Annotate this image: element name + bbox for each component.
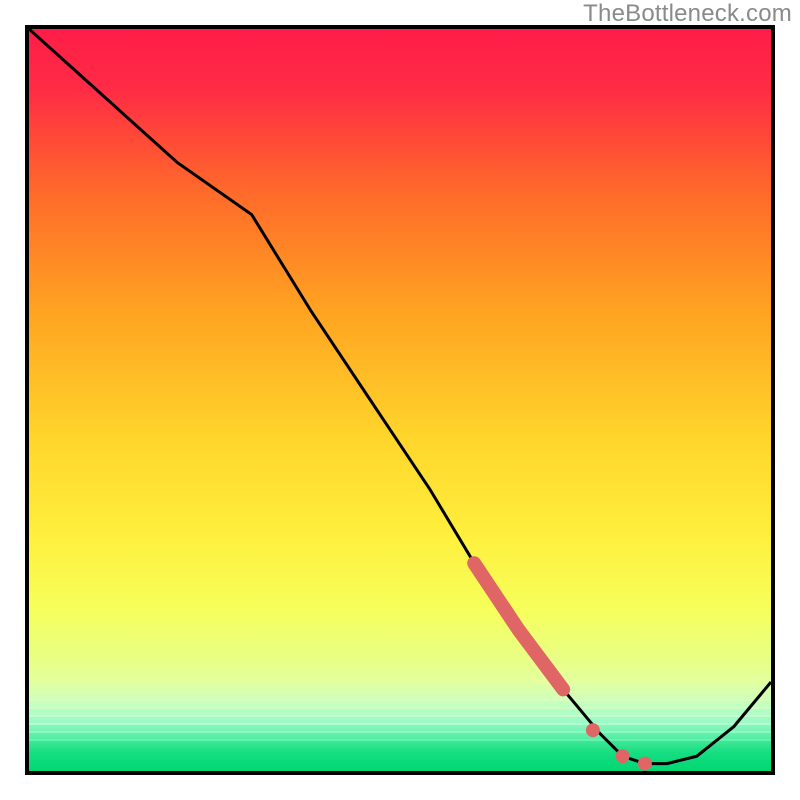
marker-dot <box>586 723 600 737</box>
plot-svg <box>29 29 771 771</box>
marker-dot <box>616 749 630 763</box>
watermark-text: TheBottleneck.com <box>583 0 792 28</box>
chart-container: TheBottleneck.com <box>0 0 800 800</box>
plot-area <box>25 25 775 775</box>
gradient-background <box>29 29 771 771</box>
marker-dot <box>638 757 652 771</box>
